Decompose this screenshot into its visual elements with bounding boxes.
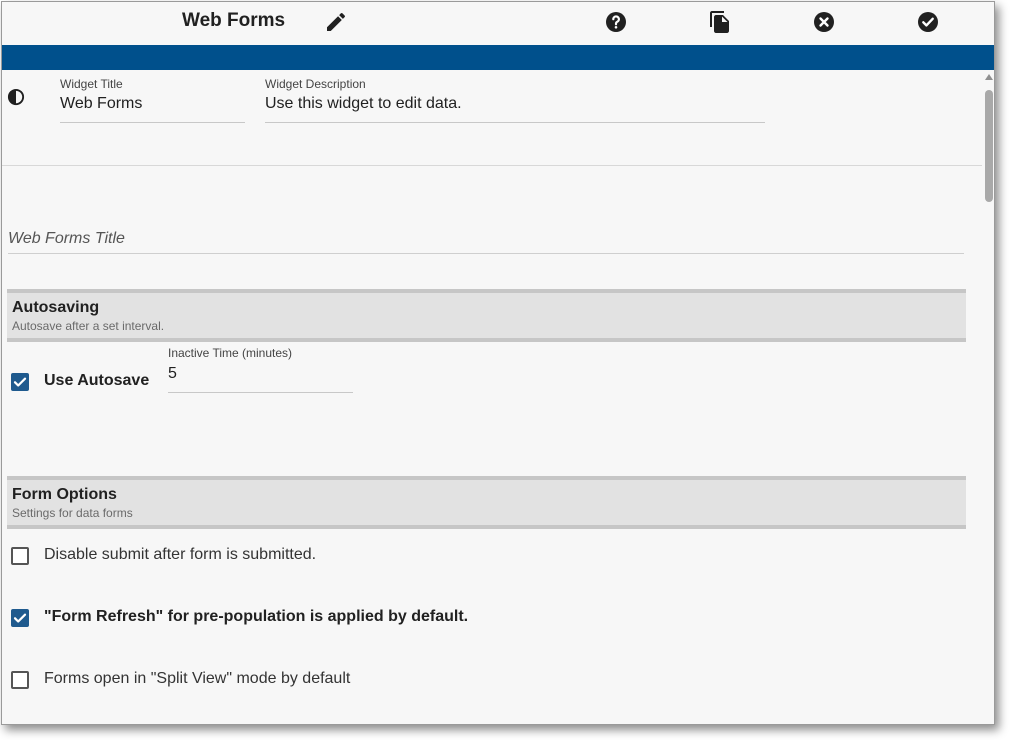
widget-title-label: Widget Title (60, 77, 123, 91)
disable-submit-label[interactable]: Disable submit after form is submitted. (44, 546, 316, 564)
autosaving-section-header: Autosaving Autosave after a set interval… (7, 289, 966, 342)
cancel-icon[interactable] (812, 10, 836, 34)
widget-editor-window: Web Forms Widget Title Web Forms Widget … (1, 1, 995, 725)
form-options-section-header: Form Options Settings for data forms (7, 476, 966, 529)
copy-icon[interactable] (708, 10, 732, 34)
vertical-scrollbar[interactable] (982, 70, 994, 724)
inactive-time-label: Inactive Time (minutes) (168, 346, 293, 360)
widget-title-input[interactable]: Web Forms (60, 92, 245, 123)
window-title: Web Forms (182, 10, 286, 31)
section-title: Form Options (12, 486, 117, 503)
form-refresh-label[interactable]: "Form Refresh" for pre-population is app… (44, 608, 468, 626)
editor-content: Widget Title Web Forms Widget Descriptio… (2, 70, 994, 724)
help-icon[interactable] (604, 10, 628, 34)
accent-bar (2, 45, 994, 70)
widget-description-input[interactable]: Use this widget to edit data. (265, 92, 765, 123)
title-bar: Web Forms (2, 2, 994, 45)
contrast-icon[interactable] (7, 88, 25, 106)
inactive-time-input[interactable]: 5 (168, 362, 353, 393)
widget-description-label: Widget Description (265, 77, 366, 91)
use-autosave-label[interactable]: Use Autosave (44, 372, 149, 390)
web-forms-title-input[interactable]: Web Forms Title (8, 228, 964, 254)
confirm-icon[interactable] (916, 10, 940, 34)
section-title: Autosaving (12, 299, 100, 316)
section-subtitle: Settings for data forms (12, 506, 133, 520)
scroll-up-arrow-icon[interactable] (985, 74, 993, 80)
split-view-checkbox[interactable] (11, 671, 29, 689)
use-autosave-checkbox[interactable] (11, 373, 29, 391)
pencil-icon[interactable] (324, 10, 348, 34)
divider (2, 165, 982, 166)
form-refresh-checkbox[interactable] (11, 609, 29, 627)
disable-submit-checkbox[interactable] (11, 547, 29, 565)
scroll-thumb[interactable] (985, 90, 993, 202)
section-subtitle: Autosave after a set interval. (12, 319, 165, 333)
split-view-label[interactable]: Forms open in "Split View" mode by defau… (44, 670, 350, 688)
